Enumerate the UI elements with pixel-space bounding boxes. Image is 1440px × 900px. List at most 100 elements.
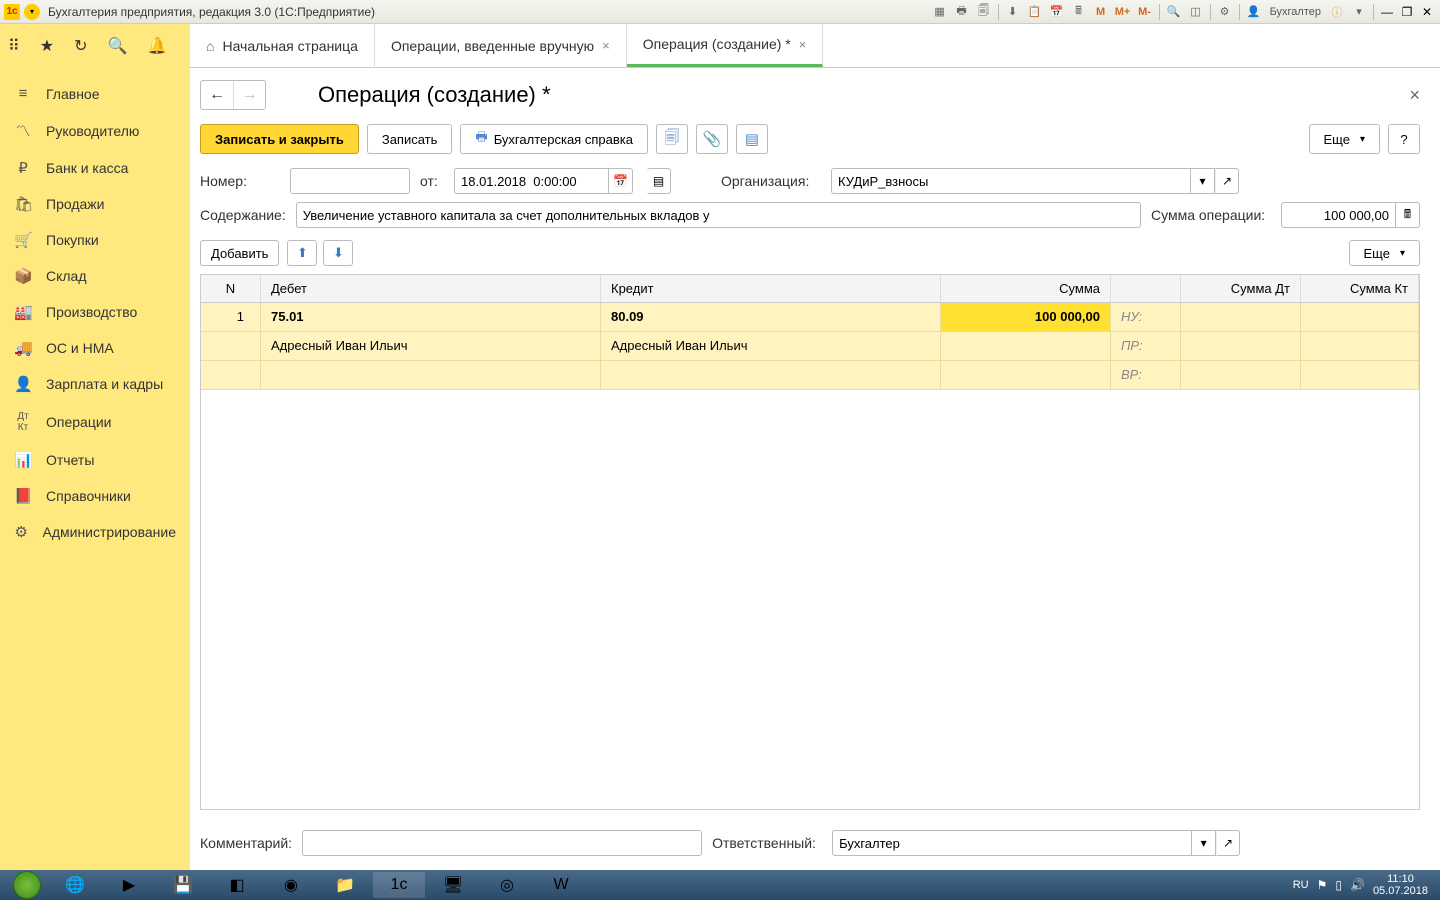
task-save[interactable]: 💾 [157,872,209,898]
tray-clock[interactable]: 11:10 05.07.2018 [1373,873,1428,897]
cell-debit-subj[interactable]: Адресный Иван Ильич [261,332,601,360]
col-credit-header[interactable]: Кредит [601,275,941,302]
info-icon[interactable]: ⓘ [1327,3,1347,21]
sidebar-item-sales[interactable]: 🛍Продажи [0,186,190,222]
tool-mplus-icon[interactable]: M+ [1113,3,1133,21]
content-input[interactable] [296,202,1141,228]
save-close-button[interactable]: Записать и закрыть [200,124,359,154]
search-icon[interactable]: 🔍 [107,36,127,56]
cell-debit[interactable] [261,361,601,389]
cell-sum[interactable] [941,361,1111,389]
sidebar-item-purchases[interactable]: 🛒Покупки [0,222,190,258]
dropdown-icon[interactable]: ▾ [1191,168,1215,194]
close-icon[interactable]: × [799,37,807,52]
list-button[interactable]: ▤ [736,124,768,154]
tab-operation-create[interactable]: Операция (создание) *× [627,24,824,67]
info-dropdown-icon[interactable]: ▾ [1349,3,1369,21]
sidebar-item-directories[interactable]: 📕Справочники [0,478,190,514]
tool-m-icon[interactable]: M [1091,3,1111,21]
open-icon[interactable]: ↗ [1215,168,1239,194]
table-row[interactable]: Адресный Иван Ильич Адресный Иван Ильич … [201,332,1419,361]
cell-n[interactable] [201,332,261,360]
task-media[interactable]: ▶ [103,872,155,898]
task-app3[interactable]: ◎ [481,872,533,898]
calendar-icon[interactable]: 📅 [609,168,633,194]
tool-mminus-icon[interactable]: M- [1135,3,1155,21]
open-icon[interactable]: ↗ [1216,830,1240,856]
sidebar-item-manager[interactable]: 〽Руководителю [0,111,190,150]
task-app1[interactable]: ◧ [211,872,263,898]
apps-icon[interactable]: ⠿ [8,36,20,56]
task-chrome[interactable]: ◉ [265,872,317,898]
tool-print-icon[interactable]: 🖶 [952,3,972,21]
start-button[interactable] [6,870,48,900]
acc-ref-button[interactable]: 🖶Бухгалтерская справка [460,124,648,154]
cell-sumdt[interactable] [1181,361,1301,389]
tray-battery-icon[interactable]: ▯ [1335,878,1342,892]
help-button[interactable]: ? [1388,124,1420,154]
tool-panels-icon[interactable]: ◫ [1186,3,1206,21]
cell-sumkt[interactable] [1301,332,1419,360]
favorites-icon[interactable]: ★ [40,36,54,56]
cell-credit-subj[interactable]: Адресный Иван Ильич [601,332,941,360]
task-word[interactable]: W [535,872,587,898]
sidebar-item-assets[interactable]: 🚚ОС и НМА [0,330,190,366]
tool-zoom-icon[interactable]: 🔍 [1164,3,1184,21]
sum-input[interactable] [1281,202,1396,228]
col-debit-header[interactable]: Дебет [261,275,601,302]
date-input[interactable] [454,168,609,194]
copy-button[interactable]: 🗐 [656,124,688,154]
maximize-button[interactable]: ❐ [1398,4,1416,20]
add-button[interactable]: Добавить [200,240,279,266]
org-input[interactable] [831,168,1191,194]
cell-sumkt[interactable] [1301,303,1419,331]
sidebar-item-warehouse[interactable]: 📦Склад [0,258,190,294]
cell-sumkt[interactable] [1301,361,1419,389]
cell-sumdt[interactable] [1181,303,1301,331]
dropdown-icon[interactable]: ▾ [1192,830,1216,856]
sidebar-item-reports[interactable]: 📊Отчеты [0,442,190,478]
nav-back-button[interactable]: ← [201,81,233,109]
move-up-button[interactable]: ⬆ [287,240,317,266]
col-sumkt-header[interactable]: Сумма Кт [1301,275,1419,302]
more-button[interactable]: Еще [1309,124,1380,154]
date-extras-button[interactable]: ▤ [647,168,671,194]
tray-lang[interactable]: RU [1293,879,1309,891]
col-sum-header[interactable]: Сумма [941,275,1111,302]
history-icon[interactable]: ↻ [74,36,87,56]
save-button[interactable]: Записать [367,124,453,154]
task-app2[interactable]: 🖥 [427,872,479,898]
task-1c[interactable]: 1c [373,872,425,898]
dropdown-icon[interactable]: ▾ [24,4,40,20]
cell-credit[interactable] [601,361,941,389]
attach-button[interactable]: 📎 [696,124,728,154]
col-sumdt-header[interactable]: Сумма Дт [1181,275,1301,302]
minimize-button[interactable]: — [1378,4,1396,20]
cell-credit-acc[interactable]: 80.09 [601,303,941,331]
close-window-button[interactable]: ✕ [1418,4,1436,20]
close-icon[interactable]: × [602,38,610,53]
tab-home[interactable]: ⌂Начальная страница [190,24,375,67]
cell-sum[interactable] [941,332,1111,360]
tray-flag-icon[interactable]: ⚑ [1317,878,1328,892]
move-down-button[interactable]: ⬇ [323,240,353,266]
tool-calendar-icon[interactable]: 📅 [1047,3,1067,21]
cell-debit-acc[interactable]: 75.01 [261,303,601,331]
col-n-header[interactable]: N [201,275,261,302]
entries-grid[interactable]: N Дебет Кредит Сумма Сумма Дт Сумма Кт 1… [200,274,1420,810]
sidebar-item-operations[interactable]: ДтКтОперации [0,402,190,442]
tool-settings-icon[interactable]: ⚙ [1215,3,1235,21]
cell-sum[interactable]: 100 000,00 [941,303,1111,331]
calc-icon[interactable]: 🖩 [1396,202,1420,228]
task-explorer[interactable]: 📁 [319,872,371,898]
nav-forward-button[interactable]: → [233,81,265,109]
task-ie[interactable]: 🌐 [49,872,101,898]
user-name[interactable]: Бухгалтер [1270,6,1321,18]
tool-doc-icon[interactable]: 🗐 [974,3,994,21]
grid-more-button[interactable]: Еще [1349,240,1420,266]
sidebar-item-main[interactable]: ≡Главное [0,76,190,111]
user-icon[interactable]: 👤 [1244,3,1264,21]
number-input[interactable] [290,168,410,194]
tool-grid-icon[interactable]: ▦ [930,3,950,21]
cell-n[interactable]: 1 [201,303,261,331]
